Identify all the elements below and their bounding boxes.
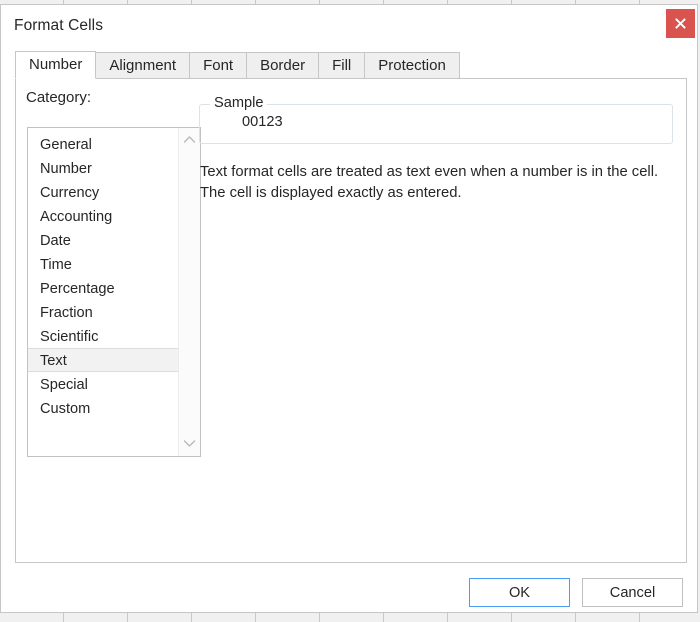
tab-label: Alignment xyxy=(109,57,176,74)
category-item-text[interactable]: Text xyxy=(28,348,178,372)
category-item-fraction[interactable]: Fraction xyxy=(28,300,178,324)
category-item-label: Accounting xyxy=(40,209,112,225)
tab-strip: Number Alignment Font Border Fill Protec… xyxy=(15,52,687,79)
category-item-label: General xyxy=(40,137,92,153)
chevron-up-icon xyxy=(179,135,200,144)
category-item-currency[interactable]: Currency xyxy=(28,180,178,204)
cancel-button[interactable]: Cancel xyxy=(582,578,683,607)
tab-protection[interactable]: Protection xyxy=(364,52,460,78)
category-item-accounting[interactable]: Accounting xyxy=(28,204,178,228)
category-scrollbar[interactable] xyxy=(178,128,200,456)
category-listbox[interactable]: General Number Currency Accounting Date … xyxy=(27,127,201,457)
category-item-label: Fraction xyxy=(40,305,93,321)
category-item-percentage[interactable]: Percentage xyxy=(28,276,178,300)
category-item-time[interactable]: Time xyxy=(28,252,178,276)
category-item-label: Percentage xyxy=(40,281,115,297)
dialog-titlebar: Format Cells xyxy=(1,5,697,48)
tab-font[interactable]: Font xyxy=(189,52,247,78)
close-x-icon xyxy=(666,18,695,29)
tab-alignment[interactable]: Alignment xyxy=(95,52,190,78)
tab-label: Number xyxy=(29,56,82,73)
dialog-footer: OK Cancel xyxy=(1,562,697,612)
tab-fill[interactable]: Fill xyxy=(318,52,365,78)
category-item-general[interactable]: General xyxy=(28,132,178,156)
sample-legend: Sample xyxy=(210,95,267,111)
close-button[interactable] xyxy=(666,9,695,38)
category-item-list: General Number Currency Accounting Date … xyxy=(28,132,178,420)
tab-number[interactable]: Number xyxy=(15,51,96,79)
category-item-label: Number xyxy=(40,161,92,177)
category-item-label: Date xyxy=(40,233,71,249)
category-description: Text format cells are treated as text ev… xyxy=(200,162,678,204)
tab-label: Border xyxy=(260,57,305,74)
category-item-label: Special xyxy=(40,377,88,393)
tab-label: Font xyxy=(203,57,233,74)
category-item-label: Text xyxy=(40,353,67,369)
sample-groupbox: Sample 00123 xyxy=(199,104,673,144)
category-item-special[interactable]: Special xyxy=(28,372,178,396)
chevron-down-icon xyxy=(179,439,200,448)
scroll-down-button[interactable] xyxy=(179,434,200,454)
category-item-label: Time xyxy=(40,257,72,273)
tab-border[interactable]: Border xyxy=(246,52,319,78)
category-item-number[interactable]: Number xyxy=(28,156,178,180)
category-item-custom[interactable]: Custom xyxy=(28,396,178,420)
category-label: Category: xyxy=(26,89,91,106)
category-item-date[interactable]: Date xyxy=(28,228,178,252)
category-item-label: Currency xyxy=(40,185,99,201)
category-item-scientific[interactable]: Scientific xyxy=(28,324,178,348)
dialog-title: Format Cells xyxy=(14,17,103,35)
tab-label: Fill xyxy=(332,57,351,74)
ok-button[interactable]: OK xyxy=(469,578,570,607)
tab-label: Protection xyxy=(378,57,446,74)
format-cells-dialog: Format Cells Number Alignment Font Borde… xyxy=(0,4,698,613)
number-tab-panel: Category: General Number Currency Accoun… xyxy=(15,78,687,563)
category-item-label: Custom xyxy=(40,401,90,417)
scroll-up-button[interactable] xyxy=(179,130,200,150)
sample-value: 00123 xyxy=(242,114,283,130)
category-item-label: Scientific xyxy=(40,329,98,345)
